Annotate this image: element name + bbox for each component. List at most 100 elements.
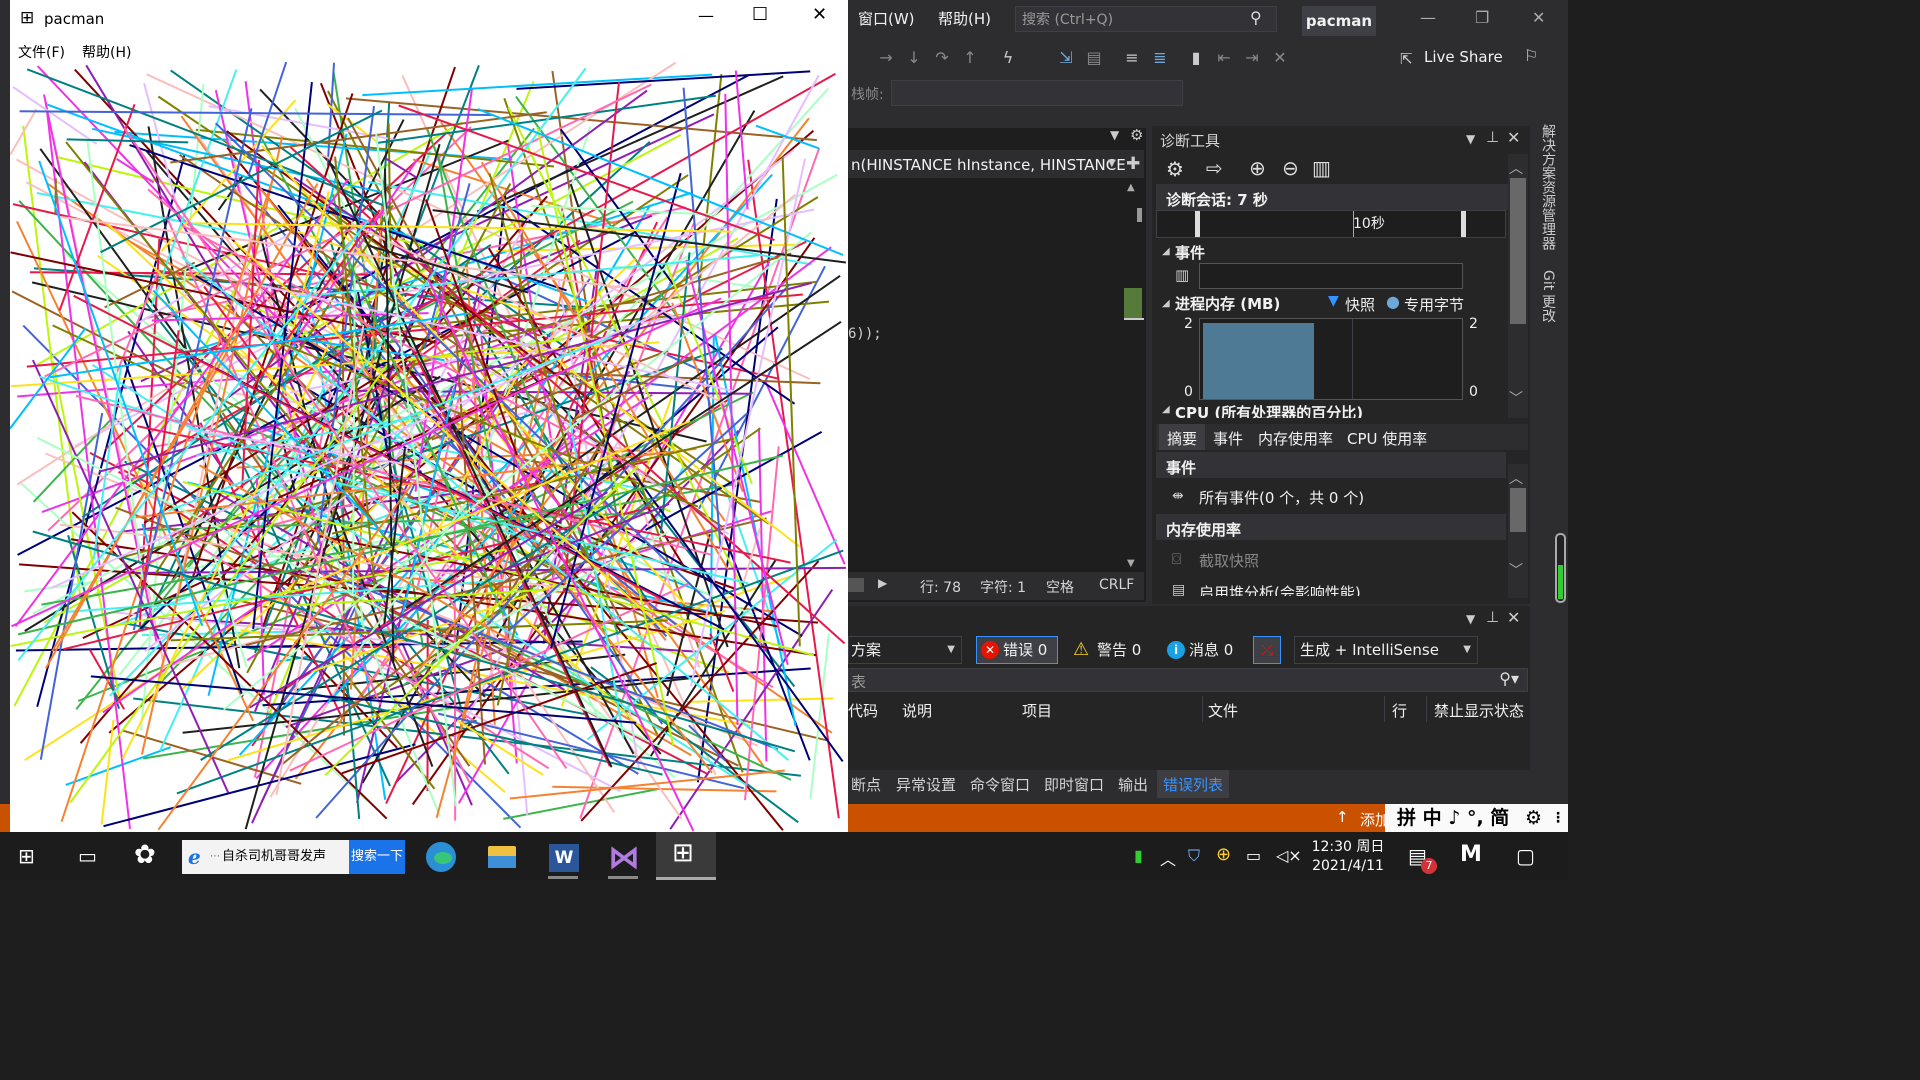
col-suppression[interactable]: 禁止显示状态 xyxy=(1434,700,1524,721)
step-into-icon[interactable]: ↓ xyxy=(904,48,924,68)
all-events-link[interactable]: 所有事件(0 个，共 0 个) xyxy=(1199,487,1364,508)
tab-error-list[interactable]: 错误列表 xyxy=(1163,774,1223,795)
source-control-icon[interactable]: ↑ xyxy=(1336,808,1349,826)
panel-menu-icon[interactable]: ▼ xyxy=(1466,612,1475,626)
word-icon[interactable]: W xyxy=(549,844,579,872)
taskbar-search-button[interactable]: 搜索一下 xyxy=(349,840,405,874)
errors-filter-button[interactable]: ✕ 错误 0 xyxy=(976,636,1058,664)
menu-help[interactable]: 帮助(H) xyxy=(938,8,991,29)
settings-icon[interactable]: ⚙ xyxy=(1166,157,1184,181)
split-icon[interactable]: ✚ xyxy=(1126,154,1140,174)
take-snapshot-button[interactable]: 截取快照 xyxy=(1199,550,1259,571)
export-icon[interactable]: ⇨ xyxy=(1206,156,1223,180)
pin-icon[interactable]: ⊥ xyxy=(1486,608,1499,626)
collapse-icon[interactable]: ◢ xyxy=(1162,298,1170,309)
char-indicator[interactable]: 字符: 1 xyxy=(980,577,1026,597)
messages-filter-button[interactable]: i 消息 0 xyxy=(1160,636,1242,664)
dropdown-icon[interactable]: ▼ xyxy=(1110,128,1119,142)
filter-icon[interactable]: ⤯ xyxy=(1253,636,1281,664)
step-back-icon[interactable]: ↷ xyxy=(932,48,952,68)
ime-settings-icon[interactable]: ⚙ xyxy=(1525,804,1542,832)
visual-studio-icon[interactable]: ⋈ xyxy=(608,838,640,876)
tab-breakpoints[interactable]: 断点 xyxy=(851,774,881,795)
collapse-icon[interactable]: ◢ xyxy=(1162,246,1170,257)
show-thread-icon[interactable]: ⇲ xyxy=(1056,48,1076,68)
spacing-indicator[interactable]: 空格 xyxy=(1046,577,1074,597)
scroll-up-icon[interactable]: ▲ xyxy=(1127,182,1135,193)
chevron-up-icon[interactable]: ︿ xyxy=(1160,846,1176,870)
comment-icon[interactable]: ≣ xyxy=(1150,48,1170,68)
panel-close-icon[interactable]: ✕ xyxy=(1507,608,1520,627)
close-icon[interactable]: ✕ xyxy=(812,4,827,25)
tab-output[interactable]: 输出 xyxy=(1118,774,1148,795)
bookmark-icon[interactable]: ▮ xyxy=(1186,48,1206,68)
scroll-down-icon[interactable]: ▼ xyxy=(1127,558,1135,569)
pacman-window[interactable] xyxy=(10,0,848,832)
menu-window[interactable]: 窗口(W) xyxy=(858,8,915,29)
minimize-icon[interactable]: — xyxy=(698,6,714,25)
pause-icon[interactable]: ▥ xyxy=(1175,266,1189,284)
windows-start-icon[interactable]: ⊞ xyxy=(18,844,35,868)
battery-icon[interactable]: ▮ xyxy=(1134,846,1143,865)
error-search-input[interactable]: 表 ⚲▾ xyxy=(848,668,1528,692)
launcher-icon[interactable]: ✿ xyxy=(134,840,156,870)
collapse-icon[interactable]: ◢ xyxy=(1162,404,1170,415)
file-explorer-icon[interactable] xyxy=(488,846,516,868)
col-code[interactable]: 代码 xyxy=(848,700,878,721)
prev-bookmark-icon[interactable]: ⇤ xyxy=(1214,48,1234,68)
pacman-titlebar[interactable] xyxy=(10,0,848,38)
search-icon[interactable]: ⚲▾ xyxy=(1499,669,1519,688)
clear-bookmarks-icon[interactable]: ✕ xyxy=(1270,48,1290,68)
tab-cpu[interactable]: CPU 使用率 xyxy=(1347,428,1427,449)
next-bookmark-icon[interactable]: ⇥ xyxy=(1242,48,1262,68)
diag-scrollbar[interactable] xyxy=(1508,154,1528,418)
tab-summary[interactable]: 摘要 xyxy=(1167,428,1197,449)
scroll-down-icon[interactable]: ﹀ xyxy=(1509,560,1523,580)
eol-indicator[interactable]: CRLF xyxy=(1099,577,1134,593)
chevron-down-icon[interactable]: ▼ xyxy=(1108,158,1116,169)
tray-plus-icon[interactable]: ⊕ xyxy=(1216,844,1231,865)
close-icon[interactable]: ✕ xyxy=(1532,8,1545,27)
task-view-icon[interactable]: ▭ xyxy=(78,844,97,868)
clear-icon[interactable]: ▤ xyxy=(1084,48,1104,68)
drawing-canvas[interactable] xyxy=(10,62,848,832)
maximize-icon[interactable]: ☐ xyxy=(752,4,768,25)
git-changes-tab[interactable]: Git 更改 xyxy=(1538,270,1558,323)
tab-memory[interactable]: 内存使用率 xyxy=(1258,428,1333,449)
scope-combo[interactable]: 方案 ▼ xyxy=(848,636,962,664)
zoom-out-icon[interactable]: ⊖ xyxy=(1282,156,1299,180)
tab-immediate-window[interactable]: 即时窗口 xyxy=(1044,774,1104,795)
editor-scrollbar[interactable] xyxy=(1124,180,1144,572)
pacman-taskbar-button[interactable]: ⊞ xyxy=(656,832,716,880)
scroll-down-icon[interactable]: ﹀ xyxy=(1509,388,1523,408)
step-over-icon[interactable]: → xyxy=(876,48,896,68)
gear-icon[interactable]: ⚙ xyxy=(1130,126,1143,144)
live-share-button[interactable]: Live Share xyxy=(1424,48,1503,66)
system-clock[interactable]: 12:30 周日 2021/4/11 xyxy=(1300,838,1396,876)
stack-frame-combo[interactable] xyxy=(891,80,1183,106)
step-out-icon[interactable]: ↑ xyxy=(960,48,980,68)
line-indicator[interactable]: 行: 78 xyxy=(920,577,961,597)
indent-icon[interactable]: ≡ xyxy=(1122,48,1142,68)
feedback-icon[interactable]: ⚐ xyxy=(1524,46,1538,65)
vs-search-input[interactable]: 搜索 (Ctrl+Q) xyxy=(1015,6,1277,32)
m-icon[interactable]: M xyxy=(1460,842,1482,867)
scroll-right-icon[interactable]: ▶ xyxy=(878,576,887,590)
col-file[interactable]: 文件 xyxy=(1208,700,1238,721)
volume-icon[interactable]: ◁× xyxy=(1276,846,1302,865)
restore-icon[interactable]: ❐ xyxy=(1475,8,1489,27)
heap-analysis-toggle[interactable]: 启用堆分析(会影响性能) xyxy=(1199,582,1361,596)
col-project[interactable]: 项目 xyxy=(1022,700,1052,721)
col-line[interactable]: 行 xyxy=(1392,700,1407,721)
scroll-up-icon[interactable]: ︿ xyxy=(1509,158,1523,178)
tab-command-window[interactable]: 命令窗口 xyxy=(970,774,1030,795)
ime-more-icon[interactable]: ⋮ xyxy=(1551,804,1565,832)
network-icon[interactable]: ▭ xyxy=(1246,846,1261,865)
menu-help[interactable]: 帮助(H) xyxy=(82,42,131,62)
zoom-in-icon[interactable]: ⊕ xyxy=(1249,156,1266,180)
build-filter-combo[interactable]: 生成 + IntelliSense ▼ xyxy=(1294,636,1478,664)
action-center-icon[interactable]: ▢ xyxy=(1516,844,1535,868)
minimize-icon[interactable]: — xyxy=(1420,8,1436,27)
pin-icon[interactable]: ⊥ xyxy=(1486,128,1499,146)
menu-file[interactable]: 文件(F) xyxy=(18,42,65,62)
